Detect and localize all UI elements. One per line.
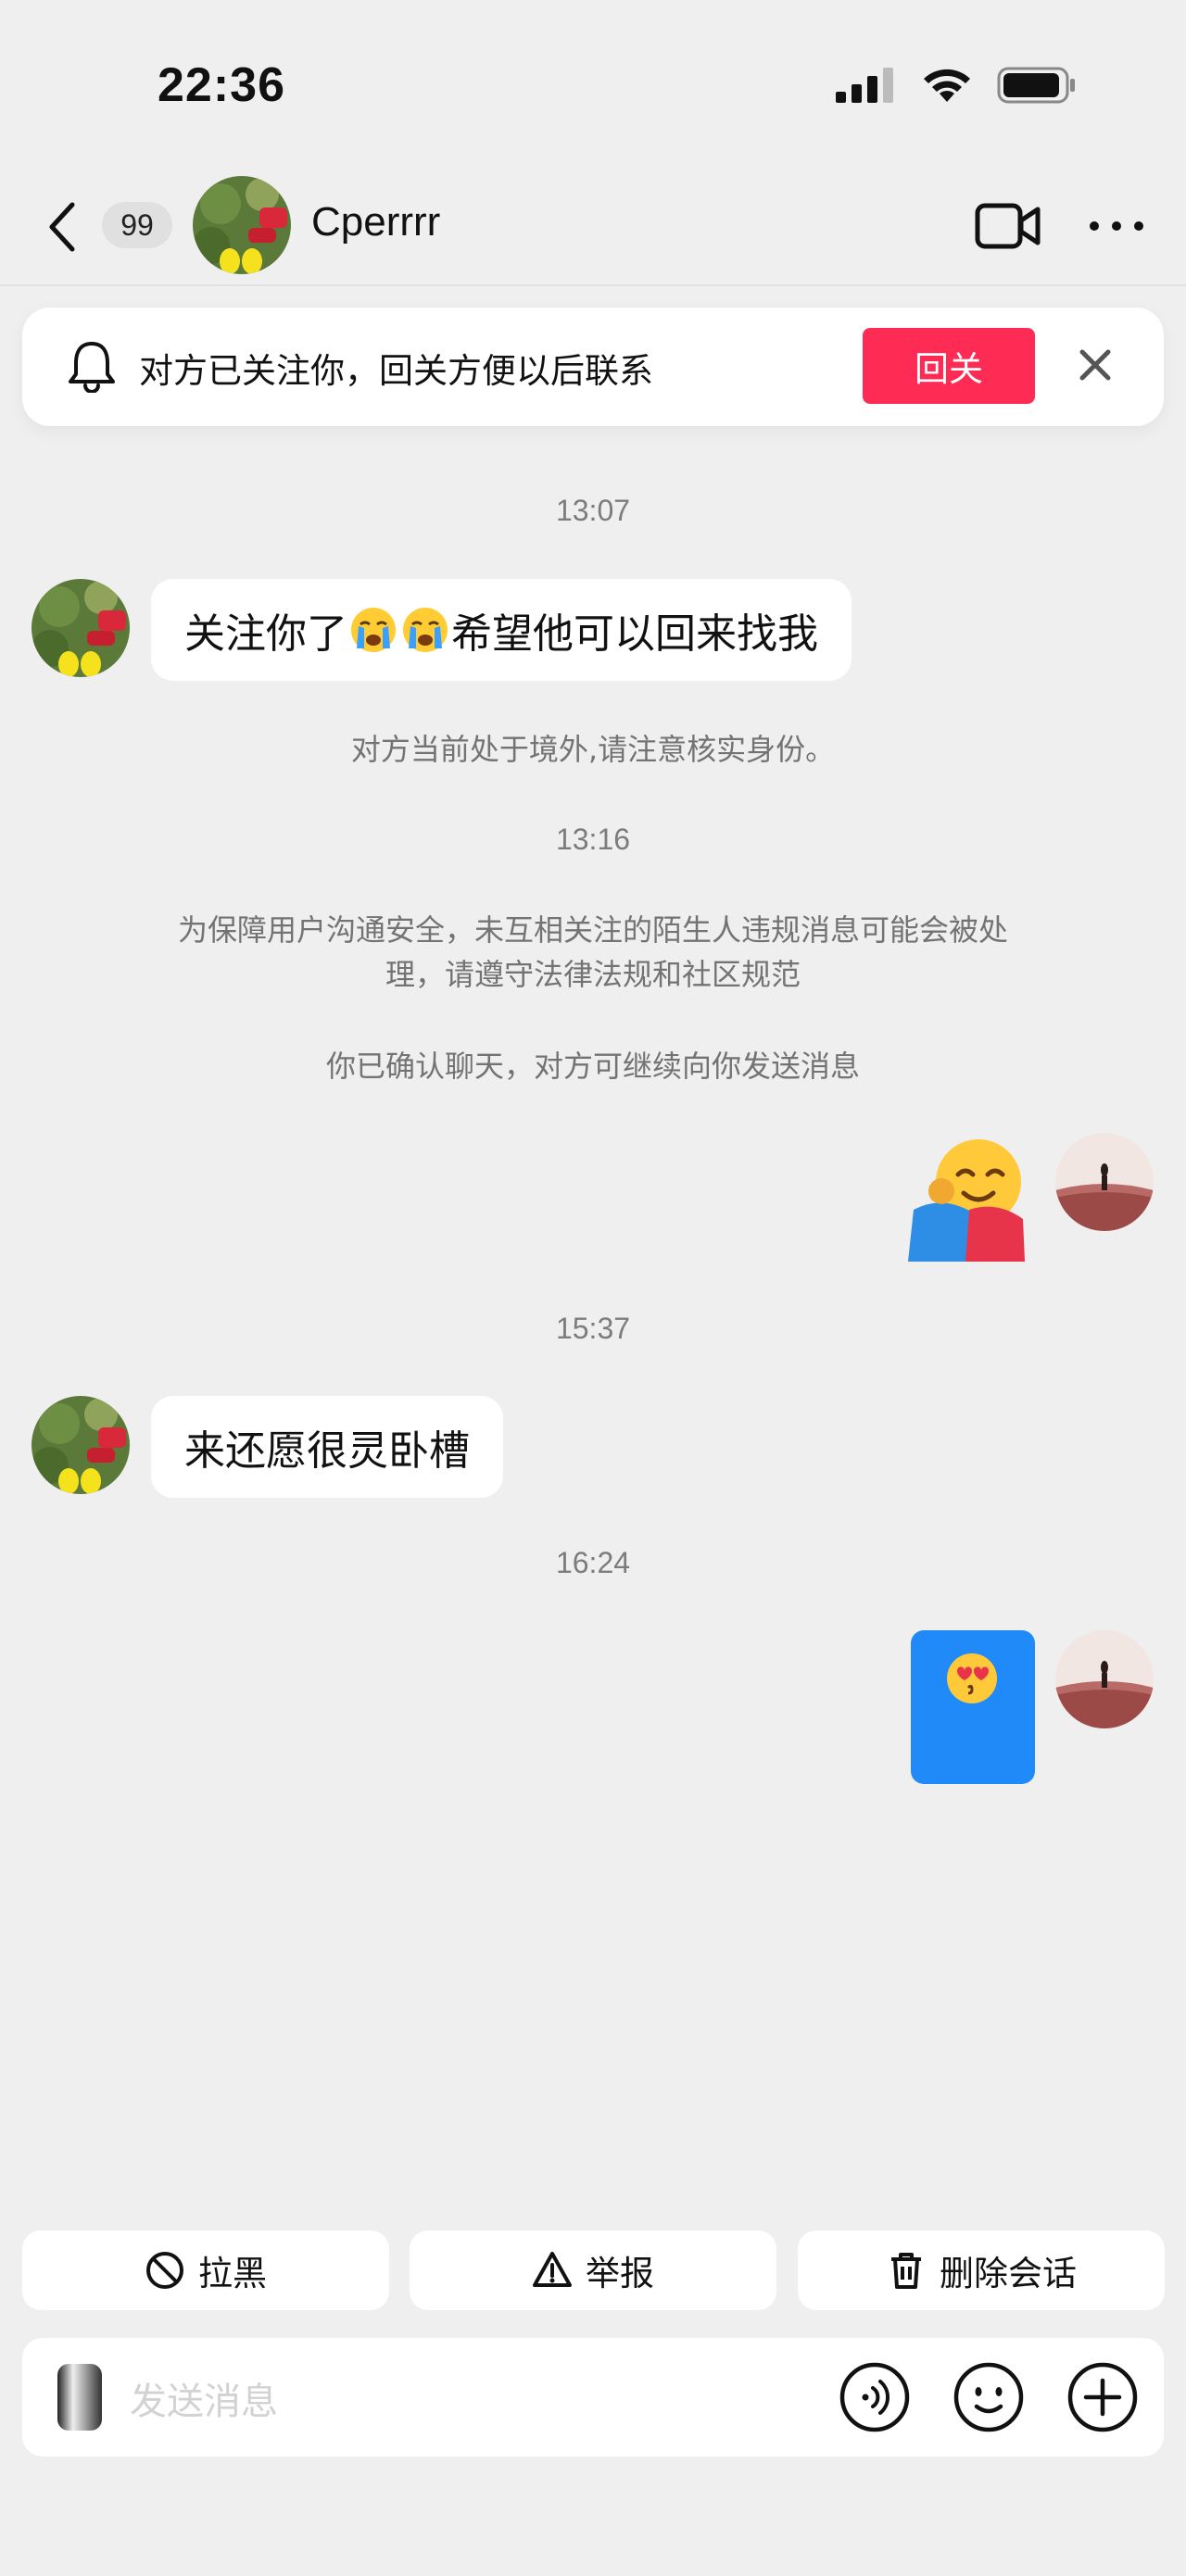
- shared-card[interactable]: [911, 1630, 1035, 1784]
- sender-avatar[interactable]: [32, 579, 130, 677]
- header-divider: [0, 284, 1186, 286]
- report-button[interactable]: 举报: [410, 2230, 776, 2310]
- block-label: 拉黑: [198, 2254, 267, 2293]
- contact-avatar[interactable]: [193, 176, 291, 274]
- system-notice: 对方当前处于境外,请注意核实身份。: [350, 732, 836, 767]
- plus-icon: [1067, 2362, 1138, 2432]
- video-call-button[interactable]: [975, 202, 1041, 250]
- heart-eyes-icon: [947, 1653, 997, 1703]
- warning-icon: [533, 2252, 572, 2287]
- timestamp: 13:16: [555, 823, 631, 856]
- message-text: 来还愿很灵卧槽: [184, 1427, 470, 1475]
- hugging-sticker[interactable]: [904, 1136, 1032, 1262]
- status-time: 22:36: [158, 58, 285, 112]
- message-text: 希望他可以回来找我: [451, 610, 818, 658]
- message-text: 关注你了: [184, 610, 347, 658]
- back-arrow-icon: [49, 202, 75, 252]
- video-call-icon: [975, 203, 1041, 249]
- message-bubble[interactable]: 关注你了 希望他可以回来找我: [151, 579, 852, 681]
- my-avatar[interactable]: [1055, 1133, 1154, 1231]
- wifi-icon: [924, 69, 970, 102]
- sender-avatar[interactable]: [32, 1396, 130, 1494]
- timestamp: 16:24: [555, 1546, 631, 1579]
- emoji-button[interactable]: [952, 2360, 1026, 2434]
- contact-name[interactable]: Cperrrr: [311, 199, 440, 245]
- timestamp: 13:07: [555, 494, 631, 527]
- delete-chat-label: 删除会话: [940, 2254, 1077, 2293]
- more-button[interactable]: [1084, 206, 1149, 246]
- block-icon: [146, 2252, 183, 2289]
- message-bubble[interactable]: 来还愿很灵卧槽: [151, 1396, 503, 1498]
- plus-button[interactable]: [1066, 2360, 1140, 2434]
- signal-icon: [836, 68, 893, 103]
- status-icons: [836, 67, 1077, 104]
- system-notice: 你已确认聊天，对方可继续向你发送消息: [325, 1049, 860, 1084]
- close-icon: [1079, 349, 1111, 381]
- unread-count-badge[interactable]: 99: [102, 202, 172, 248]
- crying-face-icon: [351, 608, 396, 652]
- my-avatar[interactable]: [1055, 1630, 1154, 1728]
- report-label: 举报: [586, 2254, 654, 2293]
- delete-chat-button[interactable]: 删除会话: [798, 2230, 1165, 2310]
- system-notice: 理，请遵守法律法规和社区规范: [385, 957, 801, 992]
- battery-icon: [997, 67, 1075, 104]
- mic-icon[interactable]: [50, 2360, 109, 2434]
- block-button[interactable]: 拉黑: [22, 2230, 389, 2310]
- voice-button[interactable]: [838, 2360, 912, 2434]
- system-notice: 为保障用户沟通安全，未互相关注的陌生人违规消息可能会被处: [177, 912, 1008, 948]
- trash-icon: [891, 2253, 921, 2289]
- follow-back-button[interactable]: 回关: [863, 328, 1035, 404]
- message-input[interactable]: 发送消息: [130, 2371, 278, 2425]
- emoji-icon: [953, 2362, 1024, 2432]
- banner-close-button[interactable]: [1073, 343, 1117, 387]
- timestamp: 15:37: [555, 1312, 631, 1345]
- back-button[interactable]: [37, 195, 89, 259]
- banner-text: 对方已关注你，回关方便以后联系: [139, 351, 653, 391]
- more-icon: [1090, 221, 1099, 231]
- crying-face-icon: [403, 608, 448, 652]
- voice-icon: [839, 2362, 910, 2432]
- bell-icon: [67, 339, 117, 394]
